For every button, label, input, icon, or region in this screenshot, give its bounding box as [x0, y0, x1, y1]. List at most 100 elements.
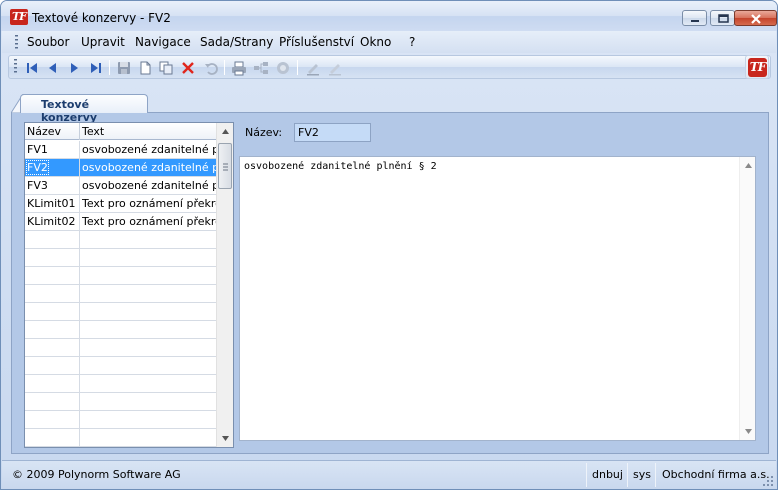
table-row[interactable]: FV2 osvobozené zdanitelné plnění § 2: [25, 159, 217, 177]
grid-scrollbar[interactable]: [216, 123, 233, 447]
table-row[interactable]: KLimit02 Text pro oznámení překročení lim…: [25, 213, 217, 231]
toolbar-separator: [297, 60, 298, 75]
cell-nazev[interactable]: KLimit01: [27, 197, 75, 210]
empty-row[interactable]: [25, 285, 217, 303]
scroll-up-icon[interactable]: [221, 127, 230, 136]
cell-divider: [79, 195, 80, 213]
empty-row[interactable]: [25, 429, 217, 447]
cell-text[interactable]: osvobozené zdanitelné plnění § 2: [82, 161, 216, 174]
cell-divider: [79, 321, 80, 339]
delete-icon[interactable]: [179, 59, 197, 77]
menu-grip[interactable]: [15, 35, 18, 49]
minimize-button[interactable]: [682, 10, 707, 26]
menu-soubor[interactable]: Soubor: [27, 35, 69, 49]
maximize-icon: [718, 14, 729, 23]
undo-icon[interactable]: [202, 59, 220, 77]
new-record-icon[interactable]: [136, 59, 154, 77]
print-icon[interactable]: [230, 59, 248, 77]
previous-record-icon[interactable]: [44, 59, 62, 77]
cell-nazev[interactable]: FV2: [26, 160, 49, 175]
toolbar: [8, 55, 771, 79]
cell-divider: [79, 411, 80, 429]
table-row[interactable]: FV1 osvobozené zdanitelné plnění § 2: [25, 141, 217, 159]
window-title: Textové konzervy - FV2: [32, 11, 171, 25]
last-record-icon[interactable]: [87, 59, 105, 77]
cell-divider: [79, 231, 80, 249]
status-separator: [655, 463, 656, 487]
status-database: dnbuj: [592, 468, 623, 481]
empty-row[interactable]: [25, 231, 217, 249]
empty-row[interactable]: [25, 339, 217, 357]
minimize-icon: [691, 20, 699, 22]
copyright-text: © 2009 Polynorm Software AG: [12, 468, 181, 481]
status-separator: [586, 463, 587, 487]
memo-text[interactable]: osvobozené zdanitelné plnění § 2: [244, 161, 437, 172]
status-company: Obchodní firma a.s.: [662, 468, 770, 481]
menu-okno[interactable]: Okno: [360, 35, 391, 49]
scroll-down-icon[interactable]: [221, 434, 230, 443]
column-divider[interactable]: [79, 123, 80, 140]
cell-nazev[interactable]: FV3: [27, 179, 48, 192]
title-bar[interactable]: TF Textové konzervy - FV2: [1, 1, 777, 31]
scroll-thumb[interactable]: [218, 143, 232, 189]
empty-row[interactable]: [25, 375, 217, 393]
memo-scrollbar[interactable]: [739, 157, 755, 440]
scroll-up-icon[interactable]: [744, 161, 753, 170]
empty-row[interactable]: [25, 357, 217, 375]
grip-icon: [223, 163, 228, 171]
menu-navigace[interactable]: Navigace: [135, 35, 191, 49]
resize-grip-icon[interactable]: [762, 475, 774, 487]
cell-divider: [79, 429, 80, 447]
menu-sada-strany[interactable]: Sada/Strany: [200, 35, 273, 49]
scroll-down-icon[interactable]: [744, 427, 753, 436]
first-record-icon[interactable]: [23, 59, 41, 77]
cell-divider: [79, 213, 80, 231]
cell-nazev[interactable]: KLimit02: [27, 215, 75, 228]
empty-row[interactable]: [25, 393, 217, 411]
cell-divider: [79, 339, 80, 357]
empty-row[interactable]: [25, 249, 217, 267]
table-row[interactable]: FV3 osvobozené zdanitelné plnění § 2: [25, 177, 217, 195]
cell-nazev[interactable]: FV1: [27, 143, 48, 156]
cell-divider: [79, 357, 80, 375]
cell-divider: [79, 267, 80, 285]
cell-text[interactable]: Text pro oznámení překročení limitu: [82, 197, 216, 210]
records-grid[interactable]: Název Text FV1 osvobozené zdanitelné plně…: [24, 122, 234, 448]
close-button[interactable]: [734, 10, 777, 26]
copy-record-icon[interactable]: [157, 59, 175, 77]
menu-bar: Soubor Upravit Navigace Sada/Strany Přís…: [2, 31, 776, 53]
name-field[interactable]: FV2: [294, 123, 371, 142]
app-window: TF Textové konzervy - FV2 Soubor Upravit…: [0, 0, 778, 490]
toolbar-grip[interactable]: [14, 59, 17, 75]
empty-row[interactable]: [25, 303, 217, 321]
cell-text[interactable]: osvobozené zdanitelné plnění § 2: [82, 179, 216, 192]
status-separator: [627, 463, 628, 487]
maximize-button[interactable]: [710, 10, 735, 26]
tf-logo-icon[interactable]: TF: [10, 9, 28, 25]
column-header-nazev[interactable]: Název: [27, 125, 61, 138]
edit-icon[interactable]: [304, 59, 322, 77]
column-header-text[interactable]: Text: [82, 125, 104, 138]
empty-row[interactable]: [25, 267, 217, 285]
grid-header: Název Text: [25, 123, 217, 140]
toolbar-separator: [109, 60, 110, 75]
reset-icon[interactable]: [274, 59, 292, 77]
status-user: sys: [633, 468, 651, 481]
menu-prislusenstvi[interactable]: Příslušenství: [279, 35, 354, 49]
save-icon[interactable]: [115, 59, 133, 77]
tab-label: Textové konzervy: [41, 98, 98, 124]
brand-logo-icon: TF: [745, 55, 769, 79]
hierarchy-icon[interactable]: [252, 59, 270, 77]
cell-divider: [79, 285, 80, 303]
text-memo[interactable]: osvobozené zdanitelné plnění § 2: [239, 156, 756, 441]
next-record-icon[interactable]: [65, 59, 83, 77]
menu-help[interactable]: ?: [409, 35, 415, 49]
table-row[interactable]: KLimit01 Text pro oznámení překročení lim…: [25, 195, 217, 213]
tab-textove-konzervy[interactable]: Textové konzervy: [20, 94, 148, 124]
menu-upravit[interactable]: Upravit: [81, 35, 125, 49]
cell-text[interactable]: osvobozené zdanitelné plnění § 2: [82, 143, 216, 156]
empty-row[interactable]: [25, 411, 217, 429]
empty-row[interactable]: [25, 321, 217, 339]
edit-alt-icon[interactable]: [326, 59, 344, 77]
cell-text[interactable]: Text pro oznámení překročení limitu: [82, 215, 216, 228]
